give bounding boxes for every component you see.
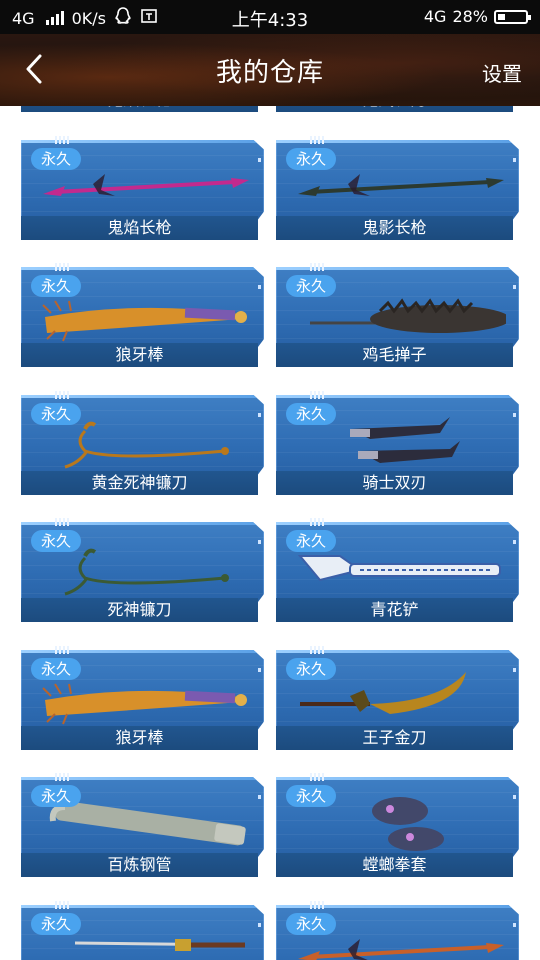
frame-notch-icon	[55, 900, 69, 909]
app-header: 我的仓库 设置	[0, 34, 540, 106]
permanent-badge: 永久	[31, 657, 82, 680]
permanent-badge: 永久	[286, 785, 337, 807]
permanent-badge: 永久	[31, 785, 82, 807]
permanent-badge: 永久	[31, 275, 82, 297]
frame-slot	[513, 922, 516, 927]
item-name: 狼牙棒	[21, 343, 258, 367]
frame-slot	[258, 795, 261, 799]
frame-notch-icon	[55, 518, 69, 526]
status-right: 4G 28%	[423, 7, 531, 26]
item-name: 鬼武长刀	[276, 106, 513, 112]
item-name: 死神镰刀	[21, 598, 258, 622]
inventory-item[interactable]: 永久	[276, 900, 519, 960]
frame-notch-icon	[310, 135, 324, 144]
inventory-item[interactable]: 永久黄金死神镰刀	[21, 390, 264, 495]
frame-slot	[258, 157, 261, 162]
item-name: 鬼焰长枪	[21, 106, 258, 112]
frame-slot	[258, 540, 261, 544]
inventory-item[interactable]: 永久青花铲	[276, 518, 519, 622]
settings-button[interactable]: 设置	[482, 58, 522, 87]
network-type-right: 4G	[423, 7, 447, 26]
inventory-item[interactable]: 鬼焰长枪	[21, 106, 264, 112]
item-name: 王子金刀	[276, 725, 513, 750]
inventory-item[interactable]: 永久死神镰刀	[21, 518, 264, 622]
inventory-item[interactable]: 永久螳螂拳套	[276, 773, 519, 877]
permanent-badge: 永久	[31, 147, 82, 170]
frame-slot	[513, 157, 516, 162]
status-bar: 4G 0K/s 上午4:33 4G 28%	[0, 0, 540, 34]
battery-percent: 28%	[452, 7, 488, 26]
item-name: 百炼钢管	[21, 853, 258, 877]
frame-slot	[258, 412, 261, 417]
item-name: 黄金死神镰刀	[21, 470, 258, 495]
inventory-item[interactable]: 永久	[21, 900, 264, 960]
frame-notch-icon	[310, 263, 324, 271]
frame-slot	[513, 667, 516, 672]
permanent-badge: 永久	[31, 402, 82, 425]
item-name: 鸡毛掸子	[276, 343, 513, 367]
frame-notch-icon	[55, 390, 69, 399]
inventory-item[interactable]: 永久狼牙棒	[21, 645, 264, 750]
page-title: 我的仓库	[215, 58, 324, 88]
frame-notch-icon	[310, 645, 324, 654]
inventory-item[interactable]: 永久鬼影长枪	[276, 135, 519, 240]
frame-notch-icon	[310, 390, 324, 399]
item-name: 狼牙棒	[21, 725, 258, 750]
frame-slot	[258, 285, 261, 289]
frame-notch-icon	[310, 518, 324, 526]
permanent-badge: 永久	[286, 275, 337, 297]
frame-notch-icon	[55, 773, 69, 781]
item-name: 鬼焰长枪	[21, 215, 258, 240]
permanent-badge: 永久	[31, 912, 82, 935]
frame-notch-icon	[55, 263, 69, 271]
inventory-list[interactable]: 鬼焰长枪 鬼武长刀 永久鬼焰长枪 永久鬼影长枪 永久狼牙棒	[0, 106, 540, 960]
inventory-item[interactable]: 永久百炼钢管	[21, 773, 264, 877]
frame-notch-icon	[310, 900, 324, 909]
permanent-badge: 永久	[286, 402, 337, 425]
frame-slot	[513, 285, 516, 289]
inventory-item[interactable]: 永久王子金刀	[276, 645, 519, 750]
frame-slot	[513, 412, 516, 417]
battery-fill	[498, 13, 505, 20]
item-name: 青花铲	[276, 598, 513, 622]
item-name: 螳螂拳套	[276, 853, 513, 877]
frame-slot	[513, 540, 516, 544]
inventory-item[interactable]: 永久鸡毛掸子	[276, 263, 519, 367]
frame-slot	[258, 667, 261, 672]
permanent-badge: 永久	[286, 912, 337, 935]
inventory-item[interactable]: 永久狼牙棒	[21, 263, 264, 367]
frame-notch-icon	[55, 135, 69, 144]
frame-notch-icon	[310, 773, 324, 781]
frame-slot	[258, 922, 261, 927]
item-name: 骑士双刃	[276, 470, 513, 495]
battery-icon	[494, 9, 531, 24]
permanent-badge: 永久	[31, 530, 82, 552]
item-name: 鬼影长枪	[276, 215, 513, 240]
permanent-badge: 永久	[286, 657, 337, 680]
permanent-badge: 永久	[286, 147, 337, 170]
frame-notch-icon	[55, 645, 69, 654]
inventory-item[interactable]: 鬼武长刀	[276, 106, 519, 112]
permanent-badge: 永久	[286, 530, 337, 552]
frame-slot	[513, 795, 516, 799]
inventory-item[interactable]: 永久鬼焰长枪	[21, 135, 264, 240]
inventory-item[interactable]: 永久骑士双刃	[276, 390, 519, 495]
